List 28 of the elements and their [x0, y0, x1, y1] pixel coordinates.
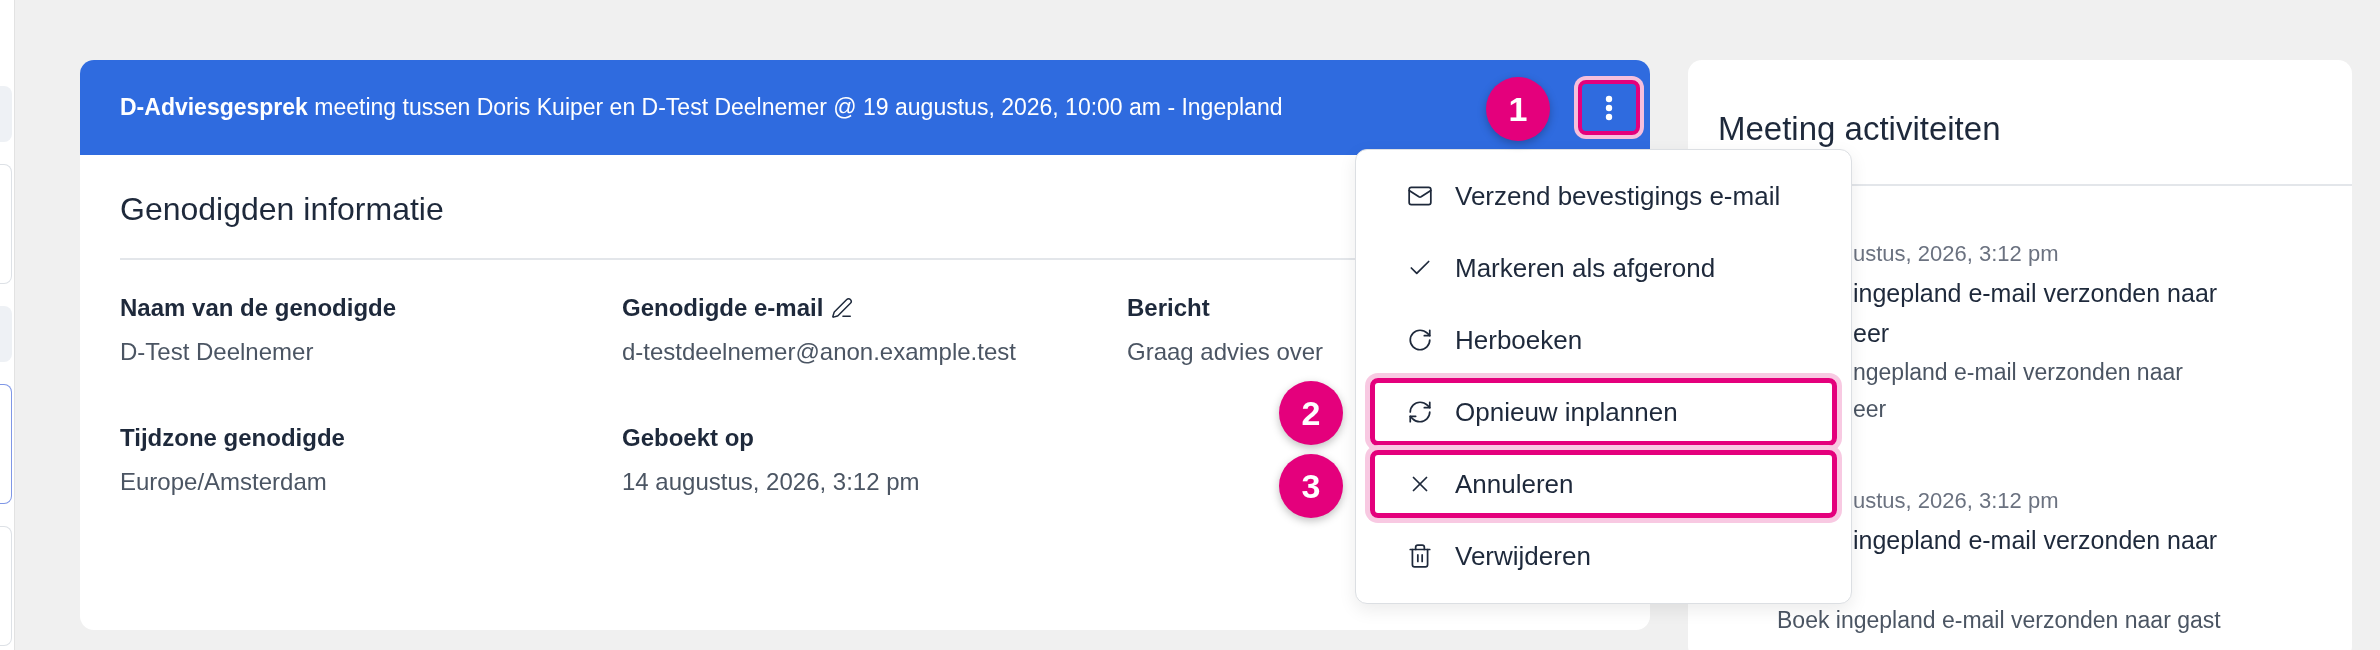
menu-item[interactable]: Verwijderen: [1370, 522, 1837, 590]
field-value: 14 augustus, 2026, 3:12 pm: [622, 468, 920, 496]
field-label: Geboekt op: [622, 424, 754, 452]
activity-title: ingepland e-mail verzonden naar: [1853, 277, 2218, 309]
edit-icon[interactable]: [831, 297, 854, 319]
field-value: Graag advies over: [1127, 338, 1324, 366]
sidebar-card[interactable]: [0, 384, 12, 504]
activity-date: ustus, 2026, 3:12 pm: [1853, 240, 2059, 268]
activity-title: ingepland e-mail verzonden naar: [1853, 524, 2218, 556]
activity-description: ngepland e-mail verzonden naar: [1853, 357, 2183, 387]
trash-icon: [1407, 543, 1433, 569]
activity-date: ustus, 2026, 3:12 pm: [1853, 487, 2059, 516]
activity-title: eer: [1853, 318, 1890, 350]
field-label: Genodigde e-mail: [622, 294, 824, 322]
activity-description: Boek ingepland e-mail verzonden naar gast: [1777, 606, 2221, 636]
field-value: d-testdeelnemer@anon.example.test: [622, 338, 1016, 366]
more-icon: [1605, 94, 1613, 121]
field-label: Naam van de genodigde: [120, 294, 397, 322]
meeting-title: D-Adviesgesprek meeting tussen Doris Kuiper en D-Test Deelnemer @ 19 augustus, 2026, 10:00 am - Ingepland: [120, 94, 1283, 121]
field-label: Tijdzone genodigde: [120, 424, 345, 452]
mail-icon: [1407, 183, 1433, 209]
rotate-icon: [1407, 327, 1433, 353]
field-value: Europe/Amsterdam: [120, 468, 327, 496]
activity-description: eer: [1853, 395, 1887, 425]
menu-item[interactable]: Herboeken: [1370, 306, 1837, 374]
refresh-icon: [1407, 399, 1433, 425]
field-label: Bericht: [1127, 294, 1210, 322]
field-value: D-Test Deelnemer: [120, 338, 314, 366]
